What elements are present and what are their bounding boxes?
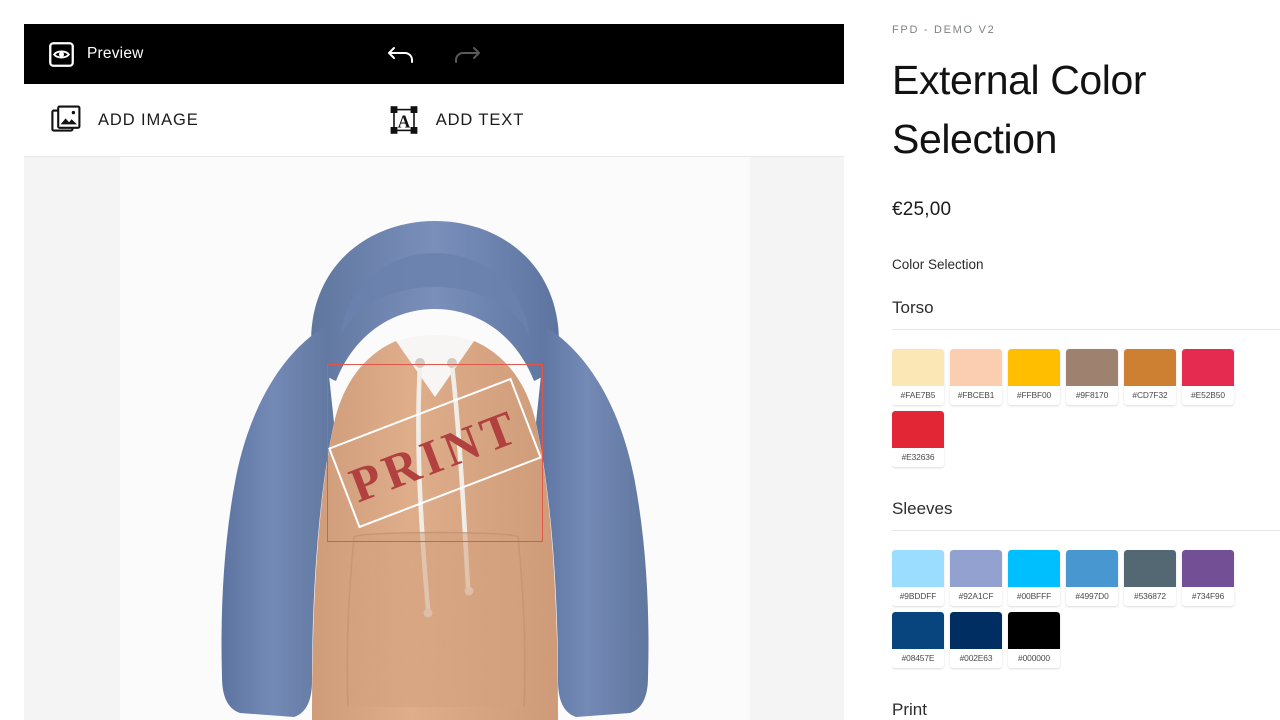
swatch-code-label: #08457E [901,652,935,663]
swatch-color-chip [1066,549,1118,587]
swatch-code-label: #E52B50 [1191,389,1225,400]
design-canvas[interactable]: PRINT [24,157,844,720]
swatch-code-label: #92A1CF [958,590,994,601]
swatch-code-label: #734F96 [1191,590,1225,601]
swatch-color-chip [1182,549,1234,587]
color-swatch[interactable]: #734F96 [1182,549,1234,606]
swatch-code-label: #9BDDFF [899,590,937,601]
swatch-color-chip [1124,348,1176,386]
designer-action-bar: ADD IMAGE A ADD TEXT [24,84,844,157]
image-stack-icon [51,105,81,132]
swatch-code-label: #002E63 [959,652,993,663]
designer-toolbar: Preview [24,24,844,84]
color-swatch[interactable]: #92A1CF [950,549,1002,606]
color-swatch[interactable]: #000000 [1008,611,1060,668]
swatch-code-label: #9F8170 [1075,389,1109,400]
group-title-torso: Torso [892,297,934,317]
swatch-list-torso: #FAE7B5 #FBCEB1 #FFBF00 #9F8170 #CD7F32 [892,348,1280,473]
text-box-icon: A [390,106,418,134]
swatch-code-label: #4997D0 [1075,590,1109,601]
group-divider [892,328,1280,330]
swatch-color-chip [950,348,1002,386]
swatch-color-chip [892,410,944,448]
color-group-torso: Torso #FAE7B5 #FBCEB1 #FFBF00 #9F8170 #C… [892,298,1280,473]
color-swatch[interactable]: #002E63 [950,611,1002,668]
product-price: €25,00 [892,198,952,220]
color-swatch[interactable]: #FAE7B5 [892,348,944,405]
swatch-color-chip [1008,348,1060,386]
product-designer: Preview ADD IMAGE A ADD TEXT PRINT [24,24,844,720]
color-swatch[interactable]: #CD7F32 [1124,348,1176,405]
swatch-color-chip [892,348,944,386]
swatch-color-chip [1066,348,1118,386]
hoodie-mockup [221,221,649,720]
product-panel: FPD - DEMO V2 External Color Selection €… [892,0,1280,720]
page-title: External Color Selection [892,57,1147,163]
swatch-color-chip [1008,549,1060,587]
color-swatch[interactable]: #E32636 [892,410,944,467]
swatch-color-chip [950,611,1002,649]
swatch-code-label: #CD7F32 [1132,389,1168,400]
color-selection-label: Color Selection [892,256,984,272]
svg-text:A: A [397,111,410,131]
color-group-print: Print [892,700,1280,720]
add-text-label: ADD TEXT [435,110,525,129]
app-root: Preview ADD IMAGE A ADD TEXT PRINT FPD -… [0,0,1280,720]
color-group-sleeves: Sleeves #9BDDFF #92A1CF #00BFFF #4997D0 [892,499,1280,674]
swatch-color-chip [1124,549,1176,587]
color-swatch[interactable]: #9F8170 [1066,348,1118,405]
swatch-code-label: #FAE7B5 [900,389,936,400]
color-swatch[interactable]: #FFBF00 [1008,348,1060,405]
group-title-print: Print [892,699,927,719]
swatch-list-sleeves: #9BDDFF #92A1CF #00BFFF #4997D0 #536872 [892,549,1280,674]
swatch-code-label: #536872 [1134,590,1166,601]
swatch-code-label: #FBCEB1 [957,389,995,400]
swatch-code-label: #00BFFF [1016,590,1052,601]
product-eyebrow: FPD - DEMO V2 [892,24,996,36]
color-swatch[interactable]: #08457E [892,611,944,668]
swatch-color-chip [950,549,1002,587]
swatch-color-chip [892,611,944,649]
color-swatch[interactable]: #E52B50 [1182,348,1234,405]
undo-arrow-icon[interactable] [385,39,419,69]
color-swatch[interactable]: #00BFFF [1008,549,1060,606]
history-controls [24,24,844,84]
preview-label: Preview [87,45,144,62]
swatch-color-chip [892,549,944,587]
color-swatch[interactable]: #4997D0 [1066,549,1118,606]
add-image-label: ADD IMAGE [98,110,199,129]
swatch-code-label: #000000 [1018,652,1050,663]
color-swatch[interactable]: #FBCEB1 [950,348,1002,405]
color-swatch[interactable]: #9BDDFF [892,549,944,606]
add-text-button[interactable]: A ADD TEXT [389,105,525,135]
swatch-code-label: #FFBF00 [1016,389,1052,400]
preview-button[interactable]: Preview [49,41,144,67]
group-title-sleeves: Sleeves [892,498,953,518]
eye-icon [49,41,74,67]
swatch-color-chip [1008,611,1060,649]
color-swatch[interactable]: #536872 [1124,549,1176,606]
add-image-button[interactable]: ADD IMAGE [51,105,199,135]
group-divider [892,529,1280,531]
swatch-code-label: #E32636 [901,451,935,462]
redo-arrow-icon[interactable] [449,39,483,69]
swatch-color-chip [1182,348,1234,386]
